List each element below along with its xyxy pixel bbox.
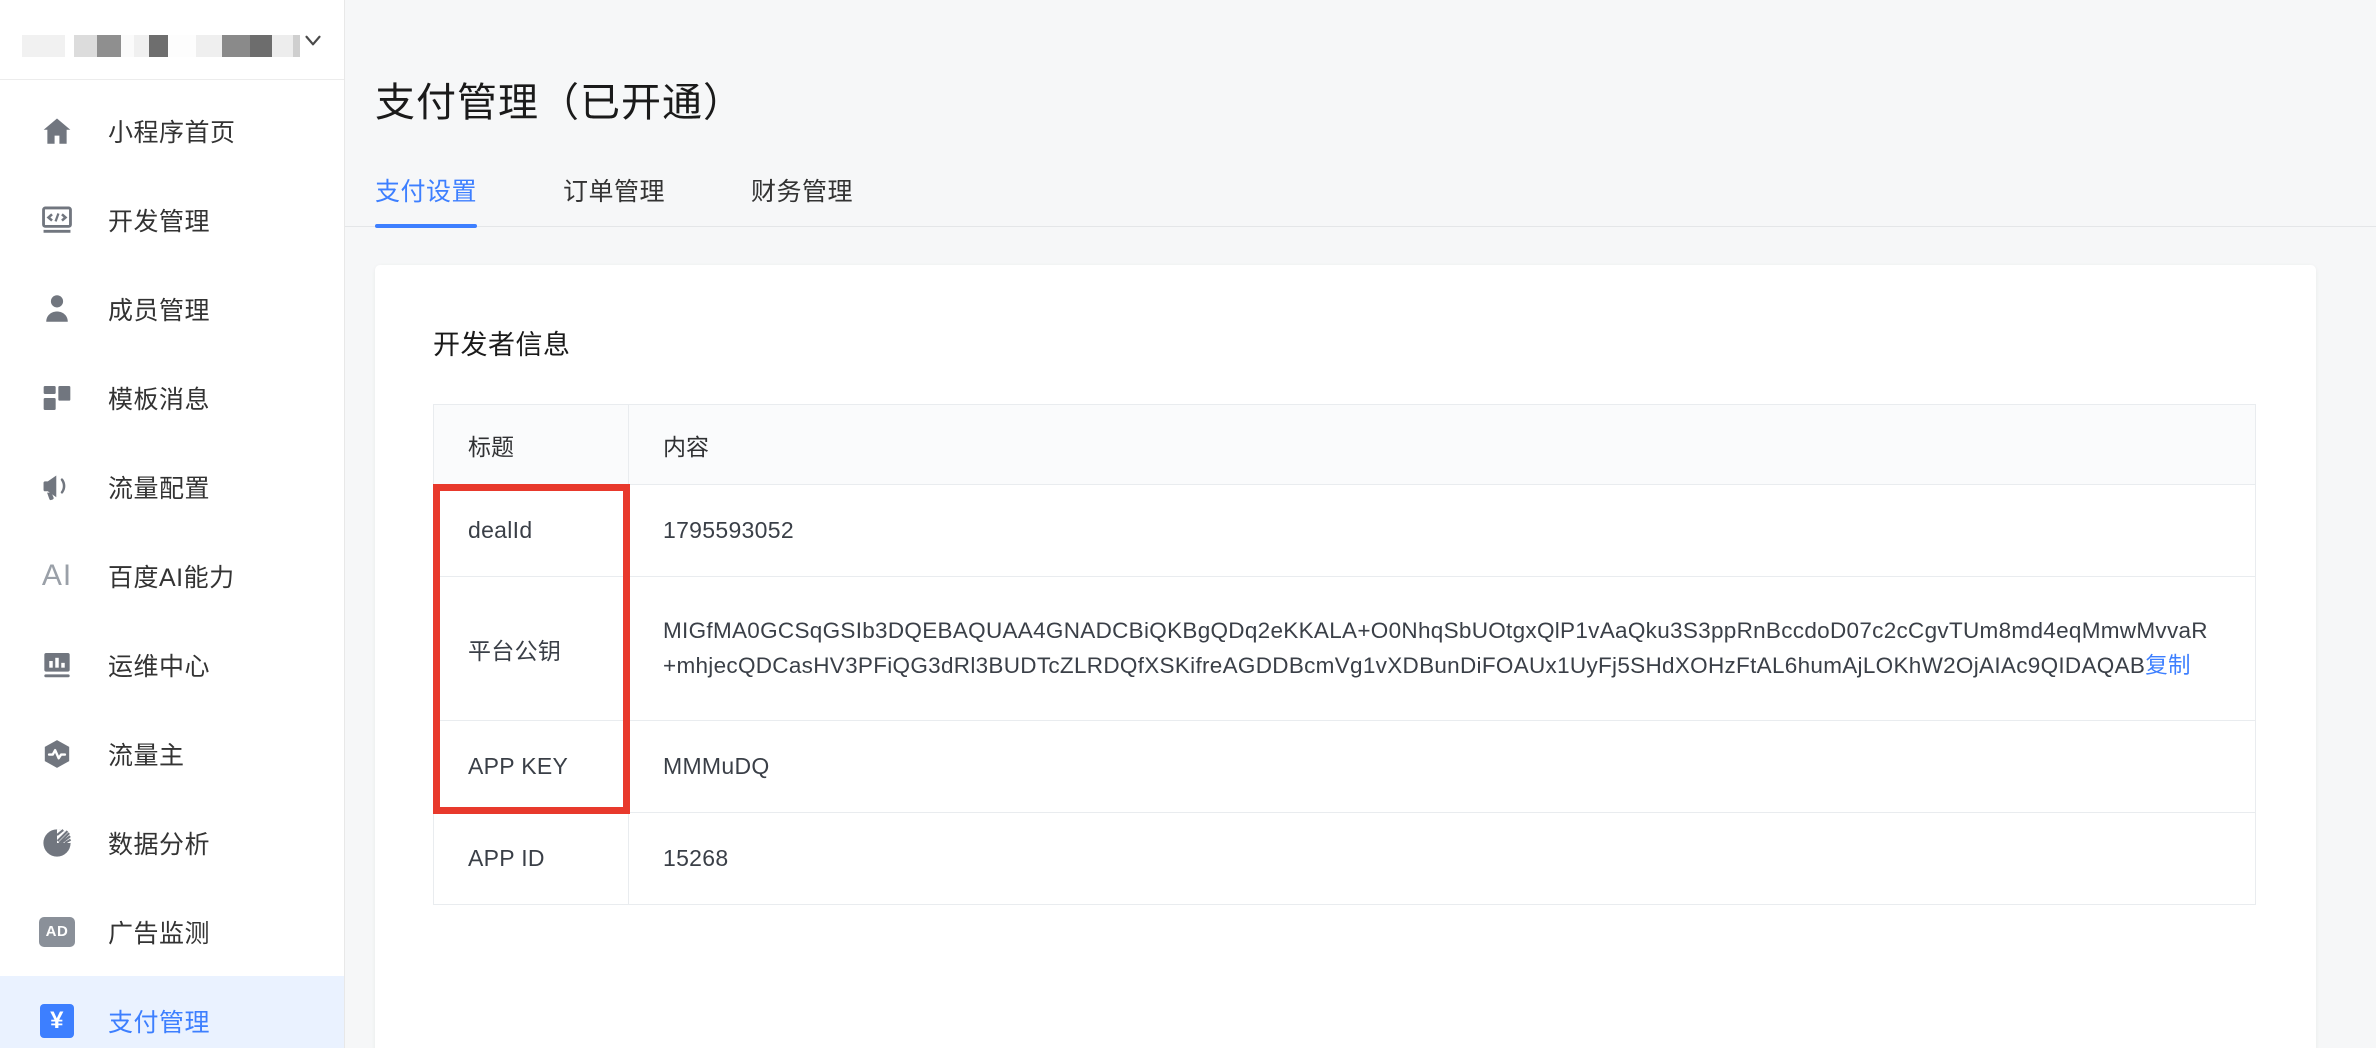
user-icon: [38, 290, 76, 328]
bar-chart-icon: [38, 646, 76, 684]
sidebar-item-ops-center[interactable]: 运维中心: [0, 620, 344, 709]
table-row: 平台公钥 MIGfMA0GCSqGSIb3DQEBAQUAA4GNADCBiQK…: [433, 576, 2256, 721]
sidebar-item-label: 成员管理: [108, 296, 211, 325]
row-label-dealid: dealId: [433, 484, 629, 577]
megaphone-icon: [38, 468, 76, 506]
tab-order-management[interactable]: 订单管理: [563, 172, 665, 226]
sidebar-item-baidu-ai[interactable]: AI 百度AI能力: [0, 531, 344, 620]
app-root: 小程序首页 开发管理 成员管理 模板消息 流量配置 AI 百度AI能力 运维中心…: [0, 0, 2376, 1048]
row-value-platform-public-key: MIGfMA0GCSqGSIb3DQEBAQUAA4GNADCBiQKBgQDq…: [628, 576, 2256, 721]
row-value-app-id: 15268: [628, 812, 2256, 905]
sidebar-item-label: 流量配置: [108, 474, 211, 503]
row-value-app-key: MMMuDQ: [628, 720, 2256, 813]
table-row: APP KEY MMMuDQ: [433, 720, 2256, 813]
sidebar-item-label: 百度AI能力: [108, 563, 235, 592]
sidebar-item-data-analysis[interactable]: 数据分析: [0, 798, 344, 887]
account-name-redacted: [22, 23, 300, 57]
sidebar-item-members[interactable]: 成员管理: [0, 264, 344, 353]
column-header-content: 内容: [628, 404, 2256, 485]
sidebar-nav: 小程序首页 开发管理 成员管理 模板消息 流量配置 AI 百度AI能力 运维中心…: [0, 80, 344, 1048]
sidebar-item-label: 广告监测: [108, 919, 211, 948]
row-label-app-key: APP KEY: [433, 720, 629, 813]
developer-info-table: 标题 内容 dealId 1795593052 平台公钥 MIGfMA0GCSq…: [433, 404, 2256, 905]
sidebar: 小程序首页 开发管理 成员管理 模板消息 流量配置 AI 百度AI能力 运维中心…: [0, 0, 345, 1048]
card-title: 开发者信息: [433, 330, 571, 360]
home-icon: [38, 112, 76, 150]
row-value-dealid: 1795593052: [628, 484, 2256, 577]
column-header-title: 标题: [433, 404, 629, 485]
sidebar-item-home[interactable]: 小程序首页: [0, 86, 344, 175]
sidebar-item-traffic-config[interactable]: 流量配置: [0, 442, 344, 531]
row-label-app-id: APP ID: [433, 812, 629, 905]
yen-icon: ¥: [38, 1002, 76, 1040]
sidebar-item-template-message[interactable]: 模板消息: [0, 353, 344, 442]
sidebar-item-ad-monitor[interactable]: AD 广告监测: [0, 887, 344, 976]
chevron-down-icon[interactable]: [300, 27, 326, 53]
pulse-hexagon-icon: [38, 735, 76, 773]
page-title: 支付管理（已开通）: [375, 81, 744, 125]
grid-icon: [38, 379, 76, 417]
sidebar-item-label: 数据分析: [108, 830, 211, 859]
tab-payment-settings[interactable]: 支付设置: [375, 172, 478, 228]
ad-icon: AD: [38, 913, 76, 951]
row-label-platform-public-key: 平台公钥: [433, 576, 629, 721]
code-icon: [38, 201, 76, 239]
sidebar-item-payment[interactable]: ¥ 支付管理: [0, 976, 344, 1048]
tab-bar: 支付设置 订单管理 财务管理: [345, 128, 2376, 228]
sidebar-item-label: 支付管理: [108, 1008, 211, 1037]
sidebar-item-label: 小程序首页: [108, 118, 236, 147]
sidebar-item-label: 流量主: [108, 741, 185, 770]
table-row: APP ID 15268: [433, 812, 2256, 905]
table-header-row: 标题 内容: [433, 404, 2256, 485]
copy-link[interactable]: 复制: [2145, 653, 2191, 678]
sidebar-item-label: 运维中心: [108, 652, 211, 681]
sidebar-item-traffic-owner[interactable]: 流量主: [0, 709, 344, 798]
sidebar-item-label: 模板消息: [108, 385, 211, 414]
sidebar-item-label: 开发管理: [108, 207, 211, 236]
main-content: 支付管理（已开通） 支付设置 订单管理 财务管理 开发者信息 标题 内容 dea…: [345, 0, 2376, 1048]
public-key-text: MIGfMA0GCSqGSIb3DQEBAQUAA4GNADCBiQKBgQDq…: [663, 617, 2208, 678]
ai-icon: AI: [41, 558, 73, 592]
table-row: dealId 1795593052: [433, 484, 2256, 577]
sidebar-item-development[interactable]: 开发管理: [0, 175, 344, 264]
developer-info-card: 开发者信息 标题 内容 dealId 1795593052 平台公钥 MIGfM…: [375, 265, 2316, 1048]
account-switcher[interactable]: [0, 0, 344, 80]
pie-chart-icon: [38, 824, 76, 862]
tab-finance-management[interactable]: 财务管理: [751, 172, 853, 226]
